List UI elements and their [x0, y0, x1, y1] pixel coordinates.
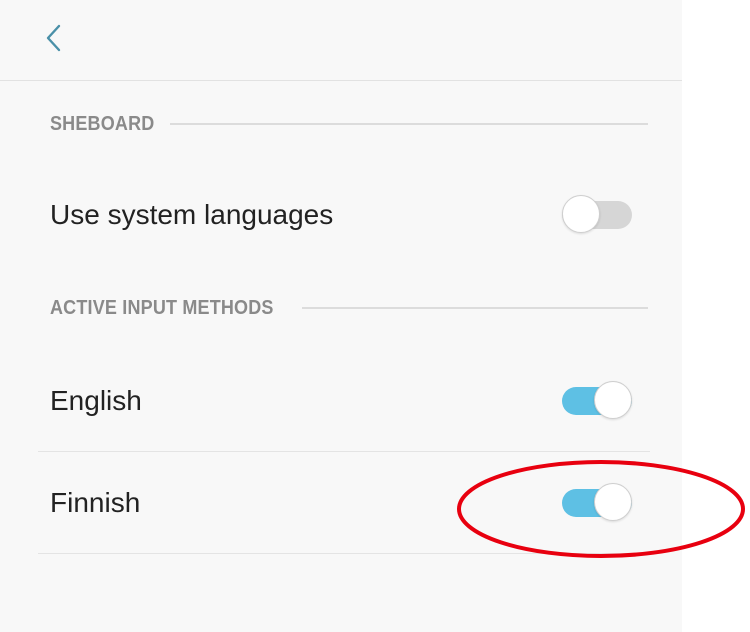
section-divider — [302, 307, 648, 309]
setting-label: Use system languages — [50, 199, 334, 230]
setting-label: Finnish — [50, 487, 141, 518]
toggle-knob — [594, 483, 632, 521]
setting-row-english[interactable]: English — [38, 351, 650, 452]
chevron-left-icon — [46, 24, 61, 52]
use-system-languages-toggle[interactable] — [562, 195, 632, 235]
top-app-bar — [0, 0, 682, 81]
english-toggle[interactable] — [562, 381, 632, 421]
section-header-sheboard: SHEBOARD — [50, 112, 648, 136]
back-button[interactable] — [38, 20, 74, 56]
section-title: ACTIVE INPUT METHODS — [50, 296, 274, 319]
section-divider — [170, 123, 648, 125]
section-title: SHEBOARD — [50, 112, 155, 135]
section-header-active-input-methods: ACTIVE INPUT METHODS — [50, 296, 648, 320]
finnish-toggle[interactable] — [562, 483, 632, 523]
toggle-knob — [594, 381, 632, 419]
setting-row-use-system-languages[interactable]: Use system languages — [38, 165, 650, 265]
setting-row-finnish[interactable]: Finnish — [38, 453, 650, 554]
toggle-knob — [562, 195, 600, 233]
setting-label: English — [50, 385, 142, 416]
settings-panel: SHEBOARD Use system languages ACTIVE INP… — [0, 0, 682, 632]
